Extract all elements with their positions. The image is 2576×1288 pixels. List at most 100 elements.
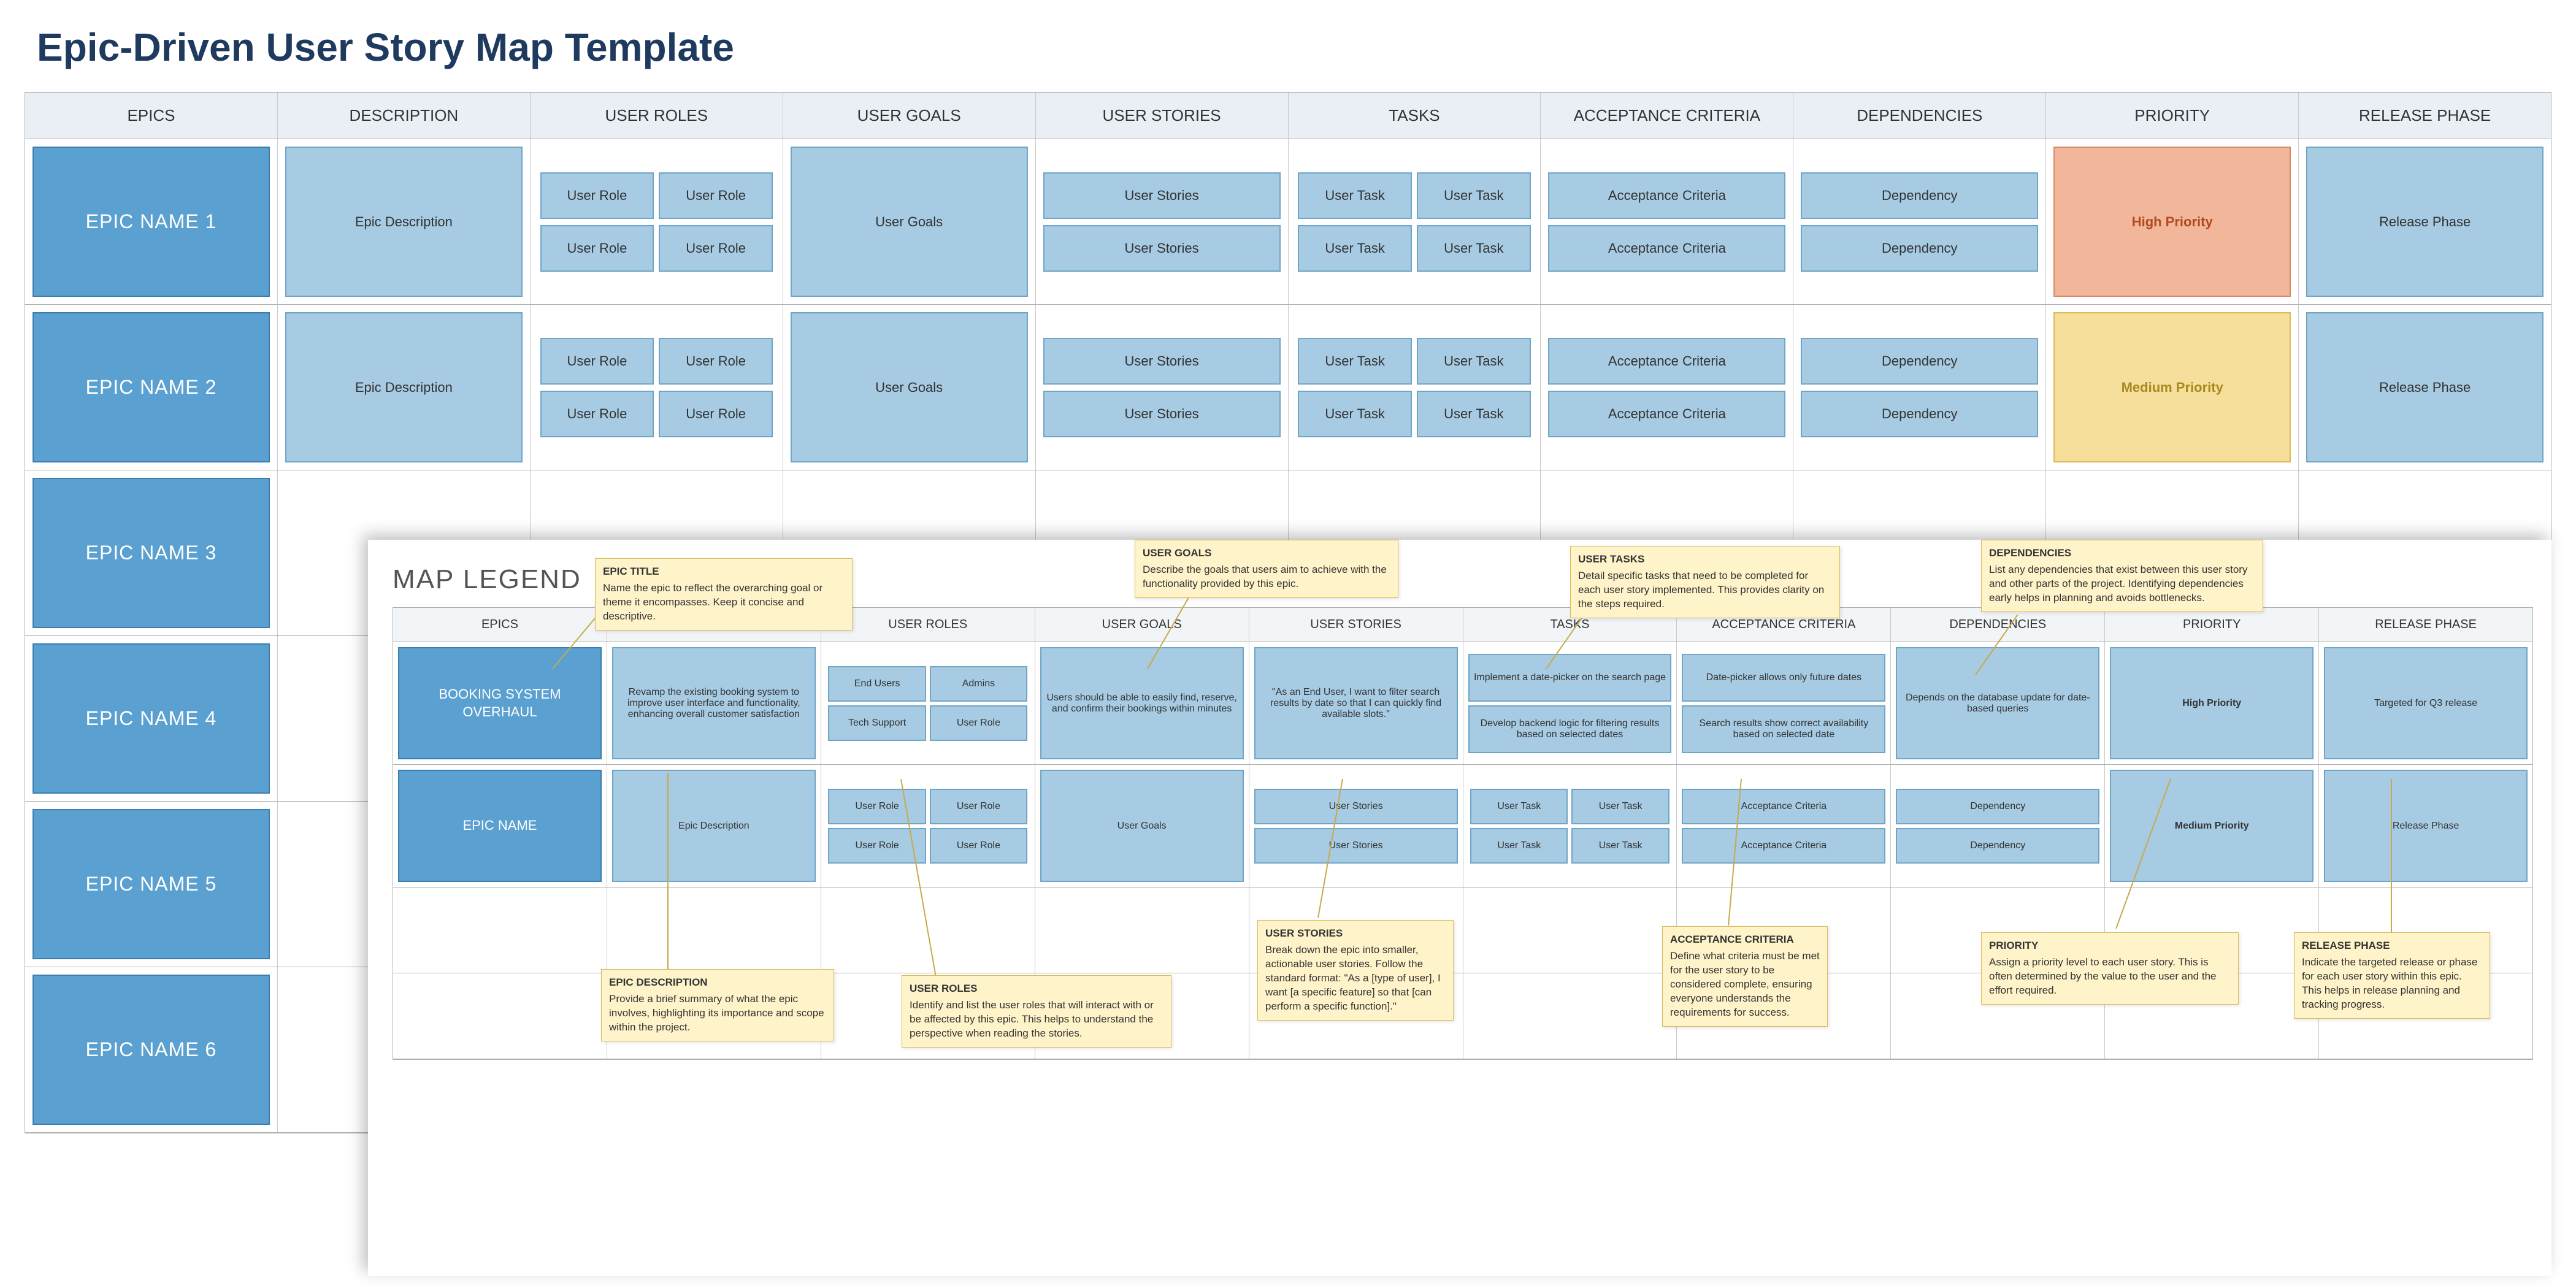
role-box: User Role xyxy=(659,338,773,385)
dependency-box: Dependency xyxy=(1801,338,2038,385)
criteria-box: Acceptance Criteria xyxy=(1548,338,1785,385)
epic-name-box: EPIC NAME 1 xyxy=(33,147,270,297)
epic-name-box: EPIC NAME 3 xyxy=(33,478,270,628)
callout-epic-description: EPIC DESCRIPTION Provide a brief summary… xyxy=(601,969,834,1041)
main-header-cell: ACCEPTANCE CRITERIA xyxy=(1541,93,1793,139)
legend-dependency-box: Dependency xyxy=(1896,828,2099,864)
role-box: User Role xyxy=(540,225,654,272)
task-box: User Task xyxy=(1298,391,1412,437)
callout-user-roles: USER ROLES Identify and list the user ro… xyxy=(902,975,1171,1048)
legend-task-box: User Task xyxy=(1470,828,1568,864)
legend-task-box: User Task xyxy=(1571,828,1669,864)
task-box: User Task xyxy=(1298,225,1412,272)
callout-dependencies: DEPENDENCIES List any dependencies that … xyxy=(1981,540,2263,612)
story-box: User Stories xyxy=(1043,338,1281,385)
main-header-cell: USER GOALS xyxy=(783,93,1036,139)
legend-description-box: Revamp the existing booking system to im… xyxy=(612,647,816,759)
legend-role-box: Admins xyxy=(930,666,1027,702)
legend-goals-box: Users should be able to easily find, res… xyxy=(1040,647,1244,759)
release-box: Release Phase xyxy=(2306,147,2543,297)
legend-epic-generic: EPIC NAME xyxy=(398,770,602,882)
priority-box: Medium Priority xyxy=(2053,312,2291,462)
legend-story-box: "As an End User, I want to filter search… xyxy=(1254,647,1458,759)
main-header-cell: RELEASE PHASE xyxy=(2299,93,2551,139)
legend-description-box: Epic Description xyxy=(612,770,816,882)
callout-priority: PRIORITY Assign a priority level to each… xyxy=(1981,932,2239,1005)
legend-criteria-box: Search results show correct availability… xyxy=(1682,705,1885,753)
main-epic-row: EPIC NAME 2Epic DescriptionUser RoleUser… xyxy=(25,305,2551,470)
callout-user-goals: USER GOALS Describe the goals that users… xyxy=(1135,540,1398,598)
role-box: User Role xyxy=(540,338,654,385)
legend-role-box: User Role xyxy=(930,705,1027,741)
legend-priority-medium: Medium Priority xyxy=(2110,770,2313,882)
legend-goals-box: User Goals xyxy=(1040,770,1244,882)
legend-role-box: User Role xyxy=(828,789,926,824)
story-box: User Stories xyxy=(1043,391,1281,437)
legend-story-box: User Stories xyxy=(1254,828,1458,864)
criteria-box: Acceptance Criteria xyxy=(1548,391,1785,437)
callout-release-phase: RELEASE PHASE Indicate the targeted rele… xyxy=(2294,932,2490,1019)
callout-acceptance-criteria: ACCEPTANCE CRITERIA Define what criteria… xyxy=(1662,926,1828,1027)
callout-user-tasks: USER TASKS Detail specific tasks that ne… xyxy=(1570,546,1840,618)
criteria-box: Acceptance Criteria xyxy=(1548,225,1785,272)
map-legend-panel: MAP LEGEND EPICSDESCRIPTIONUSER ROLESUSE… xyxy=(368,540,2551,1276)
legend-header-cell: RELEASE PHASE xyxy=(2319,608,2532,642)
legend-role-box: User Role xyxy=(930,828,1027,864)
story-box: User Stories xyxy=(1043,225,1281,272)
legend-task-box: Develop backend logic for filtering resu… xyxy=(1468,705,1672,753)
task-box: User Task xyxy=(1417,338,1531,385)
main-header-cell: USER STORIES xyxy=(1036,93,1289,139)
goals-box: User Goals xyxy=(791,147,1028,297)
task-box: User Task xyxy=(1298,338,1412,385)
epic-name-box: EPIC NAME 2 xyxy=(33,312,270,462)
legend-task-box: User Task xyxy=(1470,789,1568,824)
description-box: Epic Description xyxy=(285,147,523,297)
legend-task-box: Implement a date-picker on the search pa… xyxy=(1468,654,1672,702)
main-epic-row: EPIC NAME 1Epic DescriptionUser RoleUser… xyxy=(25,139,2551,305)
criteria-box: Acceptance Criteria xyxy=(1548,172,1785,219)
role-box: User Role xyxy=(659,225,773,272)
legend-criteria-box: Acceptance Criteria xyxy=(1682,828,1885,864)
release-box: Release Phase xyxy=(2306,312,2543,462)
main-header-cell: DESCRIPTION xyxy=(278,93,531,139)
main-header-cell: PRIORITY xyxy=(2046,93,2299,139)
legend-release-box: Release Phase xyxy=(2324,770,2528,882)
legend-priority-high: High Priority xyxy=(2110,647,2313,759)
main-header-cell: USER ROLES xyxy=(531,93,783,139)
story-box: User Stories xyxy=(1043,172,1281,219)
callout-user-stories: USER STORIES Break down the epic into sm… xyxy=(1257,920,1454,1021)
legend-row-booking: BOOKING SYSTEM OVERHAUL Revamp the exist… xyxy=(393,642,2532,765)
legend-role-box: User Role xyxy=(828,828,926,864)
main-header-cell: DEPENDENCIES xyxy=(1793,93,2046,139)
legend-row-generic: EPIC NAME Epic Description User Role Use… xyxy=(393,765,2532,887)
legend-header-cell: EPICS xyxy=(393,608,607,642)
page-title: Epic-Driven User Story Map Template xyxy=(0,0,2576,88)
legend-criteria-box: Date-picker allows only future dates xyxy=(1682,654,1885,702)
legend-story-box: User Stories xyxy=(1254,789,1458,824)
main-header-cell: TASKS xyxy=(1289,93,1541,139)
description-box: Epic Description xyxy=(285,312,523,462)
task-box: User Task xyxy=(1417,225,1531,272)
priority-box: High Priority xyxy=(2053,147,2291,297)
task-box: User Task xyxy=(1298,172,1412,219)
role-box: User Role xyxy=(659,172,773,219)
task-box: User Task xyxy=(1417,172,1531,219)
legend-task-box: User Task xyxy=(1571,789,1669,824)
callout-epic-title: EPIC TITLE Name the epic to reflect the … xyxy=(595,558,853,631)
legend-header-cell: PRIORITY xyxy=(2105,608,2319,642)
legend-criteria-box: Acceptance Criteria xyxy=(1682,789,1885,824)
role-box: User Role xyxy=(540,172,654,219)
task-box: User Task xyxy=(1417,391,1531,437)
epic-name-box: EPIC NAME 5 xyxy=(33,809,270,959)
dependency-box: Dependency xyxy=(1801,225,2038,272)
role-box: User Role xyxy=(540,391,654,437)
legend-role-box: Tech Support xyxy=(828,705,926,741)
legend-epic-booking: BOOKING SYSTEM OVERHAUL xyxy=(398,647,602,759)
epic-name-box: EPIC NAME 4 xyxy=(33,643,270,794)
main-header-cell: EPICS xyxy=(25,93,278,139)
role-box: User Role xyxy=(659,391,773,437)
dependency-box: Dependency xyxy=(1801,391,2038,437)
main-header-row: EPICSDESCRIPTIONUSER ROLESUSER GOALSUSER… xyxy=(25,93,2551,139)
legend-header-cell: USER STORIES xyxy=(1249,608,1463,642)
legend-header-cell: USER ROLES xyxy=(821,608,1035,642)
